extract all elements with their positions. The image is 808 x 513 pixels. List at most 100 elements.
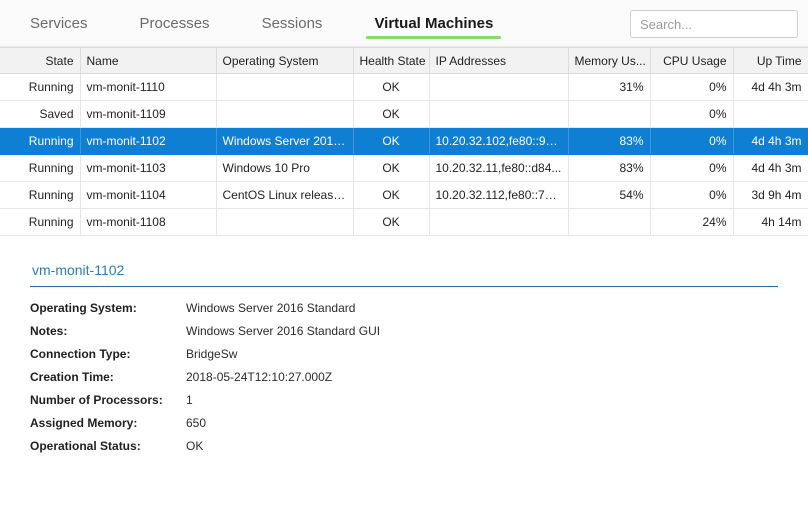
- cell-name: vm-monit-1109: [80, 100, 217, 128]
- cell-state: Running: [0, 208, 81, 236]
- column-header-state[interactable]: State: [0, 47, 81, 74]
- detail-value: 2018-05-24T12:10:27.000Z: [186, 370, 333, 384]
- cell-memory: 31%: [568, 73, 651, 101]
- column-header-cpu-usage[interactable]: CPU Usage: [650, 47, 734, 74]
- detail-row: Creation Time: 2018-05-24T12:10:27.000Z: [30, 370, 380, 393]
- tab-list: Services Processes Sessions Virtual Machine…: [0, 0, 519, 46]
- cell-ip: 10.20.32.11,fe80::d84...: [429, 154, 569, 182]
- table-row[interactable]: Running vm-monit-1104 CentOS Linux release…: [0, 181, 808, 209]
- cell-memory: 83%: [568, 154, 651, 182]
- cell-ip: 10.20.32.112,fe80::71c...: [429, 181, 569, 209]
- cell-name: vm-monit-1102: [80, 127, 217, 155]
- cell-name: vm-monit-1104: [80, 181, 217, 209]
- column-header-ip-addresses[interactable]: IP Addresses: [429, 47, 569, 74]
- detail-label: Operational Status:: [30, 439, 141, 453]
- detail-value: 1: [186, 393, 193, 407]
- cell-ip: [429, 100, 569, 128]
- detail-label: Creation Time:: [30, 370, 114, 384]
- cell-health: OK: [353, 73, 430, 101]
- cell-memory: [568, 208, 651, 236]
- cell-state: Saved: [0, 100, 81, 128]
- cell-cpu: 24%: [650, 208, 734, 236]
- table-row[interactable]: Running vm-monit-1108 OK 24% 4h 14m: [0, 208, 808, 236]
- table-body: Running vm-monit-1110 OK 31% 0% 4d 4h 3m Saved…: [0, 73, 808, 236]
- table-row[interactable]: Running vm-monit-1110 OK 31% 0% 4d 4h 3m: [0, 73, 808, 101]
- cell-cpu: 0%: [650, 73, 734, 101]
- cell-cpu: 0%: [650, 100, 734, 128]
- detail-value: 650: [186, 416, 207, 430]
- cell-ip: [429, 73, 569, 101]
- detail-label: Number of Processors:: [30, 393, 163, 407]
- cell-memory: 54%: [568, 181, 651, 209]
- cell-uptime: [733, 100, 808, 128]
- cell-memory: [568, 100, 651, 128]
- column-header-operating-system[interactable]: Operating System: [216, 47, 354, 74]
- cell-health: OK: [353, 208, 430, 236]
- detail-label: Notes:: [30, 324, 68, 338]
- cell-os: [216, 100, 354, 128]
- cell-state: Running: [0, 154, 81, 182]
- search-container: [630, 10, 798, 38]
- cell-os: [216, 73, 354, 101]
- cell-state: Running: [0, 127, 81, 155]
- cell-os: Windows 10 Pro: [216, 154, 354, 182]
- table-row[interactable]: Saved vm-monit-1109 OK 0%: [0, 100, 808, 128]
- detail-value: OK: [186, 439, 204, 453]
- detail-row: Operating System: Windows Server 2016 Sta…: [30, 301, 380, 324]
- tab-sessions[interactable]: Sessions: [236, 0, 349, 46]
- cell-health: OK: [353, 100, 430, 128]
- tab-label: Processes: [139, 14, 210, 32]
- table-row[interactable]: Running vm-monit-1103 Windows 10 Pro OK 10.2…: [0, 154, 808, 182]
- active-tab-underline: [366, 36, 502, 39]
- detail-title: vm-monit-1102: [32, 262, 125, 278]
- cell-state: Running: [0, 73, 81, 101]
- virtual-machines-table: State Name Operating System Health State IP …: [0, 47, 808, 236]
- cell-name: vm-monit-1108: [80, 208, 217, 236]
- detail-row: Operational Status: OK: [30, 439, 380, 462]
- cell-os: CentOS Linux release ...: [216, 181, 354, 209]
- column-header-memory-us[interactable]: Memory Us...: [568, 47, 651, 74]
- cell-uptime: 4h 14m: [733, 208, 808, 236]
- cell-uptime: 4d 4h 3m: [733, 73, 808, 101]
- cell-health: OK: [353, 154, 430, 182]
- cell-os: [216, 208, 354, 236]
- cell-health: OK: [353, 127, 430, 155]
- detail-row: Assigned Memory: 650: [30, 416, 380, 439]
- cell-cpu: 0%: [650, 181, 734, 209]
- detail-label: Operating System:: [30, 301, 137, 315]
- tab-services[interactable]: Services: [0, 0, 114, 46]
- detail-panel: vm-monit-1102 Operating System: Windows S…: [0, 236, 808, 462]
- detail-row: Notes: Windows Server 2016 Standard GUI: [30, 324, 380, 347]
- tab-bar: Services Processes Sessions Virtual Machine…: [0, 0, 808, 47]
- tab-label: Sessions: [261, 14, 323, 32]
- cell-memory: 83%: [568, 127, 651, 155]
- cell-name: vm-monit-1110: [80, 73, 217, 101]
- cell-uptime: 3d 9h 4m: [733, 181, 808, 209]
- cell-ip: [429, 208, 569, 236]
- cell-cpu: 0%: [650, 154, 734, 182]
- detail-value: BridgeSw: [186, 347, 238, 361]
- cell-name: vm-monit-1103: [80, 154, 217, 182]
- table-header: State Name Operating System Health State IP …: [0, 47, 808, 74]
- column-header-name[interactable]: Name: [80, 47, 217, 74]
- column-header-health-state[interactable]: Health State: [353, 47, 430, 74]
- detail-divider: [30, 286, 778, 287]
- detail-row: Connection Type: BridgeSw: [30, 347, 380, 370]
- cell-state: Running: [0, 181, 81, 209]
- tab-label: Services: [30, 14, 88, 32]
- table-header-row: State Name Operating System Health State IP …: [0, 47, 808, 74]
- detail-value: Windows Server 2016 Standard: [186, 301, 356, 315]
- table-row[interactable]: Running vm-monit-1102 Windows Server 2016.…: [0, 127, 808, 155]
- tab-processes[interactable]: Processes: [114, 0, 236, 46]
- detail-label: Connection Type:: [30, 347, 131, 361]
- column-header-up-time[interactable]: Up Time: [733, 47, 808, 74]
- detail-field-table: Operating System: Windows Server 2016 Sta…: [30, 301, 380, 462]
- cell-uptime: 4d 4h 3m: [733, 127, 808, 155]
- detail-label: Assigned Memory:: [30, 416, 138, 430]
- detail-row: Number of Processors: 1: [30, 393, 380, 416]
- cell-os: Windows Server 2016...: [216, 127, 354, 155]
- cell-health: OK: [353, 181, 430, 209]
- search-input[interactable]: [630, 10, 798, 38]
- detail-value: Windows Server 2016 Standard GUI: [186, 324, 381, 338]
- tab-virtual-machines[interactable]: Virtual Machines: [348, 0, 519, 46]
